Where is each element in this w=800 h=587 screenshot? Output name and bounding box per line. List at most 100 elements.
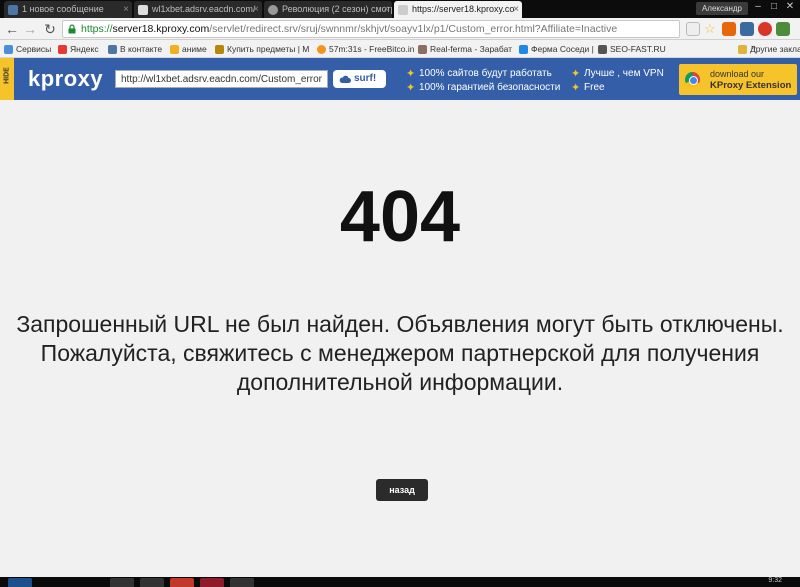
message-icon bbox=[8, 5, 18, 15]
taskbar-chrome-icon[interactable] bbox=[170, 578, 194, 587]
minimize-icon[interactable]: – bbox=[750, 0, 766, 14]
url-host: server18.kproxy.com bbox=[112, 23, 210, 35]
close-tab-icon[interactable]: × bbox=[253, 1, 259, 18]
profile-button[interactable]: Александр bbox=[695, 2, 748, 15]
puzzle-icon: ✦ bbox=[406, 68, 416, 80]
folder-icon bbox=[738, 45, 747, 54]
page-icon bbox=[138, 5, 148, 15]
error-message: Запрошенный URL не был найден. Объявлени… bbox=[16, 311, 784, 395]
chrome-icon bbox=[685, 72, 700, 87]
taskbar-app-icon[interactable] bbox=[230, 578, 254, 587]
feature-item: ✦ Лучше , чем VPN bbox=[571, 68, 664, 80]
tab-title: wl1xbet.adsrv.eacdn.com/ bbox=[152, 4, 256, 14]
os-taskbar: 9:32 bbox=[0, 577, 800, 587]
puzzle-icon: ✦ bbox=[406, 82, 416, 94]
feature-item: ✦ 100% сайтов будут работать bbox=[406, 68, 552, 80]
extension-eye-icon[interactable] bbox=[740, 22, 754, 36]
bookmark-star-icon[interactable]: ☆ bbox=[704, 22, 718, 36]
tab-adsrv[interactable]: wl1xbet.adsrv.eacdn.com/ × bbox=[134, 1, 262, 18]
bookmark-yandex[interactable]: Яндекс bbox=[58, 42, 99, 56]
hide-label: HIDE bbox=[3, 67, 11, 84]
surf-label: surf! bbox=[354, 73, 377, 84]
url-path: /servlet/redirect.srv/sruj/swnnmr/skhjvt… bbox=[209, 23, 618, 35]
bitcoin-icon bbox=[317, 45, 326, 54]
error-code: 404 bbox=[339, 177, 461, 257]
address-bar[interactable]: https://server18.kproxy.com/servlet/redi… bbox=[62, 20, 680, 38]
bookmark-buy-items[interactable]: Купить предметы | M bbox=[215, 42, 309, 56]
star-icon bbox=[170, 45, 179, 54]
bookmark-label: Купить предметы | M bbox=[227, 44, 310, 54]
lock-icon bbox=[68, 24, 76, 34]
start-icon[interactable] bbox=[8, 578, 32, 587]
kproxy-bar: HIDE kproxy surf! ✦ 100% сайтов будут ра… bbox=[0, 58, 800, 100]
download-extension-button[interactable]: download our KProxy Extension bbox=[679, 64, 797, 95]
bookmark-label: Сервисы bbox=[16, 44, 52, 54]
surf-button[interactable]: surf! bbox=[333, 70, 386, 88]
bookmark-label: Real-ferma - Зарабат bbox=[430, 44, 513, 54]
bookmark-real-ferma[interactable]: Real-ferma - Зарабат bbox=[418, 42, 512, 56]
close-tab-icon[interactable]: × bbox=[383, 1, 389, 18]
bookmark-label: Другие закладки bbox=[750, 44, 800, 54]
vk-icon bbox=[108, 45, 117, 54]
bookmark-seo-fast[interactable]: SEO-FAST.RU bbox=[598, 42, 666, 56]
close-tab-icon[interactable]: × bbox=[123, 1, 129, 18]
browser-toolbar: ← → ↻ https://server18.kproxy.com/servle… bbox=[0, 18, 800, 40]
bookmark-label: аниме bbox=[182, 44, 207, 54]
feature-text: 100% гарантией безопасности bbox=[419, 82, 561, 93]
proxy-url-input[interactable] bbox=[115, 70, 328, 88]
shop-icon bbox=[215, 45, 224, 54]
forward-arrow-icon[interactable]: → bbox=[22, 21, 38, 37]
feature-text: 100% сайтов будут работать bbox=[419, 68, 552, 79]
cloud-icon bbox=[339, 75, 351, 83]
tab-title: 1 новое сообщение bbox=[22, 4, 104, 14]
back-button[interactable]: назад bbox=[376, 479, 428, 501]
tab-messages[interactable]: 1 новое сообщение × bbox=[4, 1, 132, 18]
taskbar-clock: 9:32 bbox=[768, 577, 782, 584]
taskbar-app-icon[interactable] bbox=[110, 578, 134, 587]
bookmark-other-folder[interactable]: Другие закладки bbox=[738, 42, 800, 56]
mask-icon bbox=[268, 5, 278, 15]
bookmark-vkontakte[interactable]: В контакте bbox=[108, 42, 162, 56]
kproxy-logo: kproxy bbox=[28, 66, 104, 91]
taskbar-app-icon[interactable] bbox=[200, 578, 224, 587]
bookmark-anime[interactable]: аниме bbox=[170, 42, 207, 56]
bookmark-label: В контакте bbox=[120, 44, 163, 54]
close-tab-icon[interactable]: × bbox=[513, 1, 519, 18]
download-line1: download our bbox=[710, 69, 765, 79]
close-window-icon[interactable]: ✕ bbox=[782, 0, 798, 14]
bookmark-freebitcoin[interactable]: 57m:31s - FreeBitco.in bbox=[317, 42, 415, 56]
feature-text: Free bbox=[584, 82, 605, 93]
feature-item: ✦ 100% гарантией безопасности bbox=[406, 82, 561, 94]
bookmark-label: SEO-FAST.RU bbox=[610, 44, 666, 54]
maximize-icon[interactable]: □ bbox=[766, 0, 782, 14]
taskbar-app-icon[interactable] bbox=[140, 578, 164, 587]
extension-ya-icon[interactable] bbox=[758, 22, 772, 36]
back-arrow-icon[interactable]: ← bbox=[4, 21, 20, 37]
bookmarks-bar: Сервисы Яндекс В контакте аниме Купить п… bbox=[0, 40, 800, 58]
extension-fire-icon[interactable] bbox=[722, 22, 736, 36]
translate-icon[interactable] bbox=[686, 22, 700, 36]
feature-text: Лучше , чем VPN bbox=[584, 68, 664, 79]
hide-toggle[interactable]: HIDE bbox=[0, 58, 14, 100]
reload-icon[interactable]: ↻ bbox=[42, 21, 58, 37]
page-icon bbox=[598, 45, 607, 54]
bookmark-label: Ферма Соседи | bbox=[531, 44, 594, 54]
bookmark-label: 57m:31s - FreeBitco.in bbox=[329, 44, 415, 54]
url-scheme: https:// bbox=[81, 23, 113, 35]
yandex-icon bbox=[58, 45, 67, 54]
puzzle-icon: ✦ bbox=[571, 68, 581, 80]
download-line2: KProxy Extension bbox=[710, 80, 792, 91]
page-content: 404 Запрошенный URL не был найден. Объяв… bbox=[0, 100, 800, 577]
tab-kproxy[interactable]: https://server18.kproxy.co × bbox=[394, 1, 522, 18]
tab-title: https://server18.kproxy.co bbox=[412, 4, 515, 14]
extension-sz-icon[interactable] bbox=[776, 22, 790, 36]
tab-strip: 1 новое сообщение × wl1xbet.adsrv.eacdn.… bbox=[0, 0, 800, 18]
farm-icon bbox=[519, 45, 528, 54]
tab-revolution[interactable]: Революция (2 сезон) смотр × bbox=[264, 1, 392, 18]
bookmark-ferma-sosedi[interactable]: Ферма Соседи | bbox=[519, 42, 594, 56]
bookmark-services[interactable]: Сервисы bbox=[4, 42, 51, 56]
farm-icon bbox=[418, 45, 427, 54]
bookmark-label: Яндекс bbox=[70, 44, 99, 54]
feature-item: ✦ Free bbox=[571, 82, 605, 94]
page-icon bbox=[398, 5, 408, 15]
